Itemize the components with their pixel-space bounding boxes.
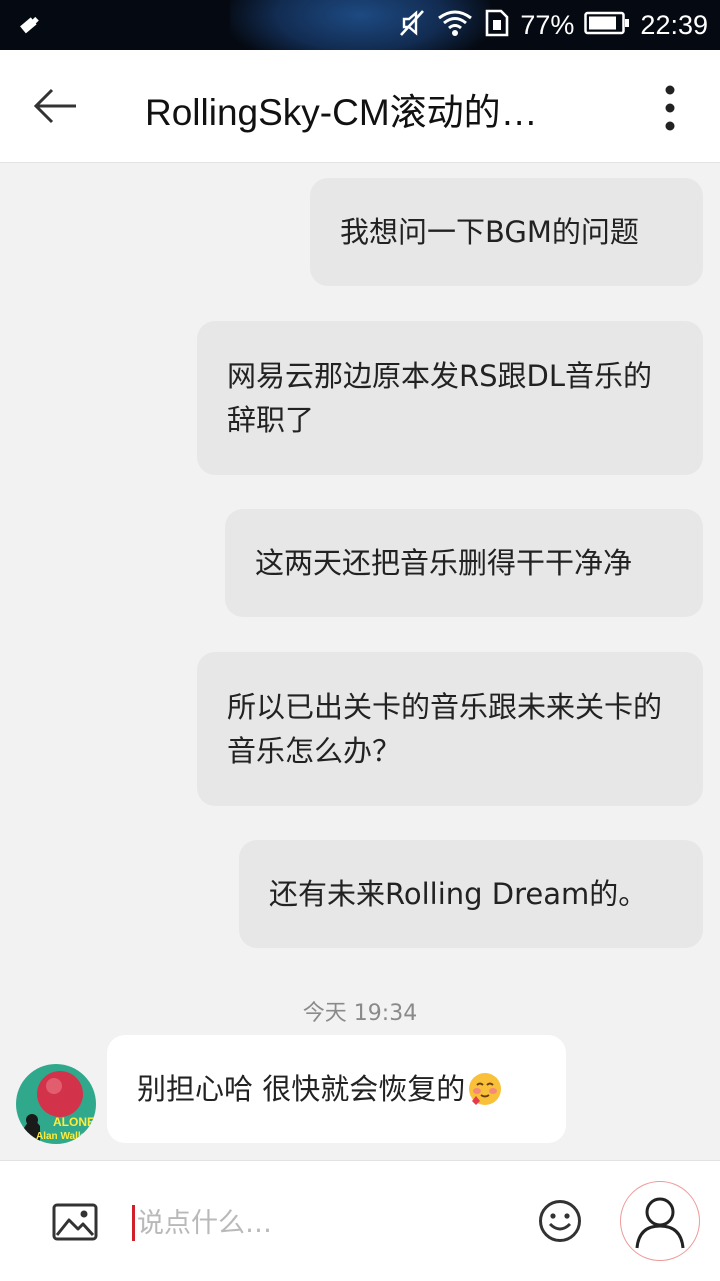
composer-bar: 说点什么… — [0, 1160, 720, 1281]
message-bubble[interactable]: 我想问一下BGM的问题 — [310, 178, 703, 286]
message-text: 网易云那边原本发RS跟DL音乐的辞职了 — [227, 359, 653, 437]
mute-icon — [398, 8, 426, 42]
message-timestamp: 今天 19:34 — [302, 1001, 418, 1026]
text-caret — [132, 1205, 135, 1241]
avatar-text-alone: ALONE — [53, 1115, 95, 1129]
chat-header: RollingSky-CM滚动的… — [0, 50, 720, 163]
status-bar: 77% 22:39 — [0, 0, 720, 50]
message-input[interactable]: 说点什么… — [132, 1199, 512, 1245]
message-bubble[interactable]: 所以已出关卡的音乐跟未来关卡的音乐怎么办？ — [197, 652, 703, 806]
blushing-face-emoji-icon — [467, 1071, 503, 1107]
user-icon — [635, 1197, 685, 1249]
notification-icon — [18, 12, 44, 42]
image-icon — [52, 1203, 98, 1241]
message-bubble[interactable]: 这两天还把音乐删得干干净净 — [225, 509, 703, 617]
message-bubble[interactable]: 网易云那边原本发RS跟DL音乐的辞职了 — [197, 321, 703, 475]
avatar-text-artist: Alan Walker — [36, 1131, 93, 1142]
chat-title: RollingSky-CM滚动的… — [145, 92, 538, 133]
back-button[interactable] — [26, 78, 86, 134]
user-profile-button[interactable] — [620, 1181, 700, 1261]
wifi-icon — [436, 9, 474, 41]
battery-percent: 77% — [520, 9, 575, 40]
message-text: 这两天还把音乐删得干干净净 — [255, 546, 633, 580]
message-list[interactable]: 我想问一下BGM的问题 网易云那边原本发RS跟DL音乐的辞职了 这两天还把音乐删… — [0, 163, 720, 1160]
message-input-placeholder: 说点什么… — [137, 1208, 272, 1239]
clock: 22:39 — [640, 9, 708, 40]
emoji-button[interactable] — [538, 1199, 582, 1243]
message-bubble[interactable]: 还有未来Rolling Dream的。 — [239, 840, 703, 948]
message-text: 我想问一下BGM的问题 — [340, 215, 639, 249]
contact-avatar[interactable]: ALONE Alan Walker — [16, 1064, 96, 1144]
back-arrow-icon — [33, 88, 76, 124]
image-picker-button[interactable] — [52, 1203, 98, 1241]
more-vertical-icon — [665, 85, 675, 131]
message-text: 所以已出关卡的音乐跟未来关卡的音乐怎么办？ — [227, 690, 663, 768]
smiley-icon — [539, 1200, 581, 1242]
battery-icon — [584, 11, 630, 39]
message-text: 别担心哈 很快就会恢复的 — [137, 1072, 466, 1106]
more-options-button[interactable] — [650, 82, 690, 134]
message-text: 还有未来Rolling Dream的。 — [269, 877, 648, 911]
reply-bubble[interactable]: 别担心哈 很快就会恢复的 — [107, 1035, 566, 1143]
sim-card-icon — [484, 9, 510, 41]
